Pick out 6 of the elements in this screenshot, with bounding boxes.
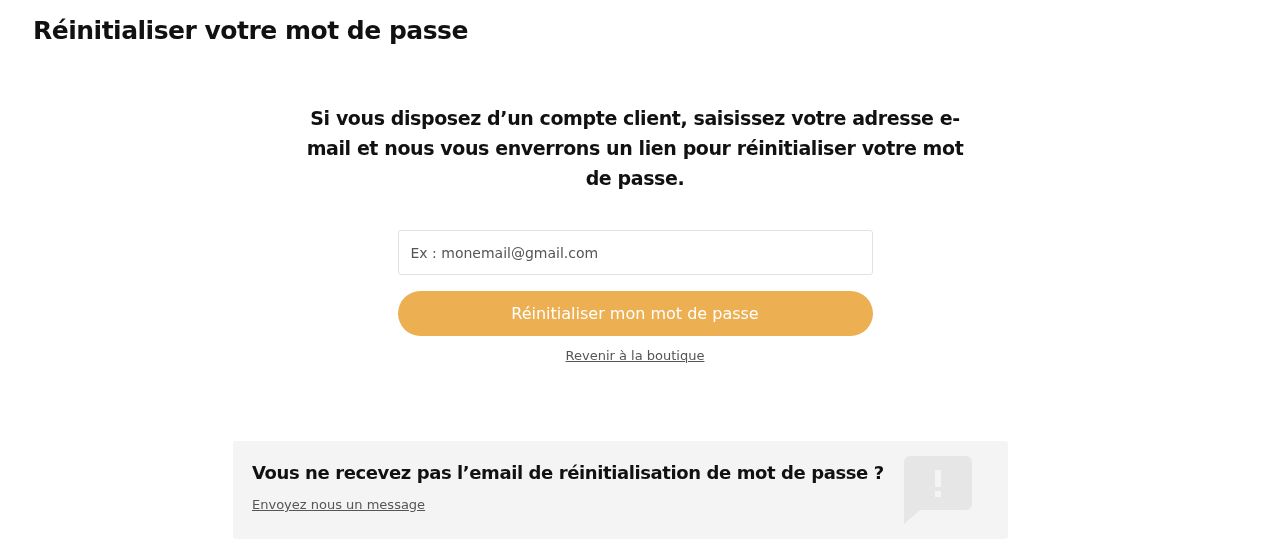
message-link[interactable]: Envoyez nous un message (252, 497, 426, 512)
back-link[interactable]: Revenir à la boutique (565, 348, 705, 363)
intro-text: Si vous disposez d’un compte client, saisissez votre adresse e-mail et nous vous enverrons un lien pour réinitialiser votre mot de passe. (305, 106, 965, 191)
page-title: Réinitialiser votre mot de passe (32, 15, 469, 47)
email-field[interactable]: Ex : monemail@gmail.com (397, 230, 873, 275)
help-title: Vous ne recevez pas l’email de réinitialisation de mot de passe ? (252, 462, 884, 483)
